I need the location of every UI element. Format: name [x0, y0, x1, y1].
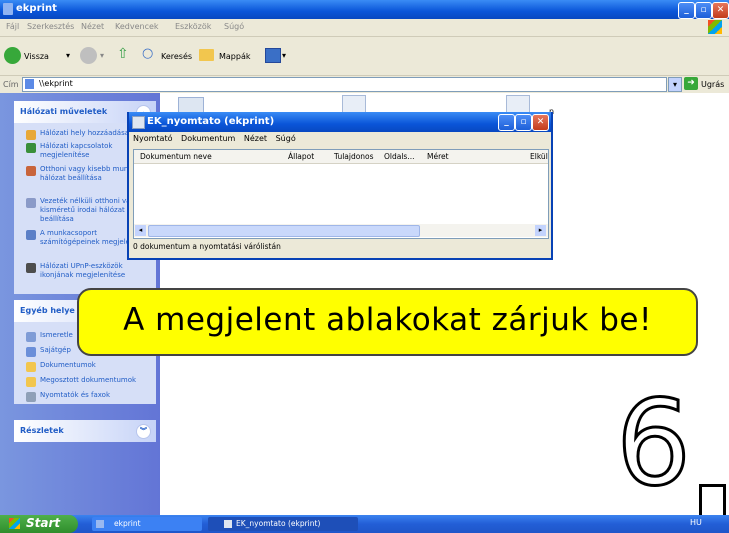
column-submitted[interactable]: Elkül [530, 152, 548, 161]
dialog-close-button[interactable]: ✕ [532, 114, 549, 131]
sidebar-item-upnp-icons[interactable]: Hálózati UPnP-eszközök ikonjának megjele… [14, 262, 156, 282]
instruction-banner: A megjelent ablakokat zárjuk be! [77, 288, 698, 356]
printer-fax-icon [26, 392, 36, 402]
folders-icon[interactable] [199, 49, 214, 61]
panel-title: Részletek [20, 426, 64, 435]
search-button-label[interactable]: Keresés [161, 52, 192, 61]
taskbar-item-ekprint[interactable]: ekprint [92, 517, 202, 531]
address-value: \\ekprint [39, 79, 73, 88]
network-connections-icon [26, 143, 36, 153]
folders-button-label[interactable]: Mappák [219, 52, 251, 61]
horizontal-scrollbar[interactable]: ◂ ▸ [134, 224, 548, 237]
add-place-icon [26, 130, 36, 140]
scroll-right-icon[interactable]: ▸ [535, 225, 546, 236]
status-bar-text: 0 dokumentum a nyomtatási várólistán [133, 242, 281, 251]
scrollbar-thumb[interactable] [148, 225, 420, 237]
menu-document[interactable]: Dokumentum [181, 134, 235, 143]
network-folder-icon [25, 79, 34, 89]
menu-view[interactable]: Nézet [81, 22, 104, 31]
printer-icon [132, 116, 145, 129]
address-input[interactable]: \\ekprint [22, 77, 667, 92]
column-status[interactable]: Állapot [288, 152, 314, 161]
wireless-icon [26, 198, 36, 208]
address-dropdown-icon[interactable]: ▾ [668, 77, 682, 92]
views-icon[interactable] [265, 48, 281, 63]
back-button-label[interactable]: Vissza [24, 52, 49, 61]
menu-tools[interactable]: Eszközök [175, 22, 211, 31]
step-number: 6 [614, 374, 692, 512]
my-computer-icon [26, 347, 36, 357]
upnp-icon [26, 263, 36, 273]
address-label: Cím [3, 80, 19, 89]
back-dropdown-icon[interactable]: ▾ [66, 51, 70, 60]
documents-folder-icon [26, 362, 36, 372]
details-panel: Részletek ︾ [14, 420, 156, 442]
forward-arrow-icon[interactable] [80, 47, 97, 64]
search-icon[interactable]: ○ [142, 46, 153, 61]
taskbar: Start ekprint EK_nyomtato (ekprint) HU [0, 515, 729, 533]
home-network-icon [26, 166, 36, 176]
menu-printer[interactable]: Nyomtató [133, 134, 172, 143]
menu-file[interactable]: Fájl [6, 22, 19, 31]
back-arrow-icon[interactable] [4, 47, 21, 64]
print-queue-list[interactable]: Dokumentum neve Állapot Tulajdonos Oldal… [133, 149, 549, 239]
window-title: ekprint [16, 3, 57, 14]
window-titlebar[interactable]: ekprint _ ▫ ✕ [0, 0, 729, 19]
go-button-label[interactable]: Ugrás [701, 80, 724, 89]
column-size[interactable]: Méret [427, 152, 449, 161]
sidebar-item-printers-faxes[interactable]: Nyomtatók és faxok [14, 391, 156, 402]
shared-folder-icon [26, 377, 36, 387]
menu-help[interactable]: Súgó [224, 22, 244, 31]
scroll-left-icon[interactable]: ◂ [135, 225, 146, 236]
menu-edit[interactable]: Szerkesztés [27, 22, 74, 31]
column-pages[interactable]: Oldals... [384, 152, 415, 161]
folder-icon [3, 3, 13, 15]
maximize-button[interactable]: ▫ [695, 2, 712, 19]
minimize-button[interactable]: _ [678, 2, 695, 19]
expand-icon[interactable]: ︾ [136, 424, 151, 439]
start-button[interactable]: Start [0, 515, 78, 533]
views-dropdown-icon[interactable]: ▾ [282, 51, 286, 60]
go-arrow-icon[interactable]: ➜ [684, 77, 698, 90]
close-button[interactable]: ✕ [712, 2, 729, 19]
sidebar-item-documents[interactable]: Dokumentumok [14, 361, 156, 372]
network-folder-icon [96, 520, 104, 528]
menu-favorites[interactable]: Kedvencek [115, 22, 159, 31]
column-owner[interactable]: Tulajdonos [334, 152, 374, 161]
panel-title: Egyéb helye [20, 306, 75, 315]
banner-text: A megjelent ablakokat zárjuk be! [123, 302, 652, 338]
start-label: Start [26, 516, 61, 530]
panel-header[interactable]: Részletek ︾ [14, 420, 156, 442]
print-queue-window[interactable]: EK_nyomtato (ekprint) _ ▫ ✕ Nyomtató Dok… [127, 112, 553, 260]
menu-view[interactable]: Nézet [244, 134, 267, 143]
language-indicator[interactable]: HU [690, 518, 702, 527]
menu-help[interactable]: Súgó [276, 134, 296, 143]
dialog-title: EK_nyomtato (ekprint) [147, 116, 275, 127]
menu-bar: Fájl Szerkesztés Nézet Kedvencek Eszközö… [0, 19, 729, 37]
up-folder-icon[interactable]: ⇧ [117, 46, 129, 62]
dialog-titlebar[interactable]: EK_nyomtato (ekprint) _ ▫ ✕ [129, 112, 551, 132]
windows-flag-icon [9, 518, 20, 529]
column-document-name[interactable]: Dokumentum neve [140, 152, 212, 161]
forward-dropdown-icon[interactable]: ▾ [100, 51, 104, 60]
sidebar-item-shared-documents[interactable]: Megosztott dokumentumok [14, 376, 156, 387]
toolbar: Vissza ▾ ▾ ⇧ ○ Keresés Mappák ▾ [0, 37, 729, 76]
dialog-menu-bar: Nyomtató Dokumentum Nézet Súgó [133, 134, 302, 143]
list-header: Dokumentum neve Állapot Tulajdonos Oldal… [134, 150, 548, 164]
windows-logo-icon [708, 20, 722, 34]
panel-title: Hálózati műveletek [20, 107, 108, 116]
taskbar-item-print-queue[interactable]: EK_nyomtato (ekprint) [208, 517, 358, 531]
network-icon [26, 332, 36, 342]
dialog-maximize-button[interactable]: ▫ [515, 114, 532, 131]
printer-icon [224, 520, 232, 528]
workgroup-icon [26, 230, 36, 240]
dialog-minimize-button[interactable]: _ [498, 114, 515, 131]
